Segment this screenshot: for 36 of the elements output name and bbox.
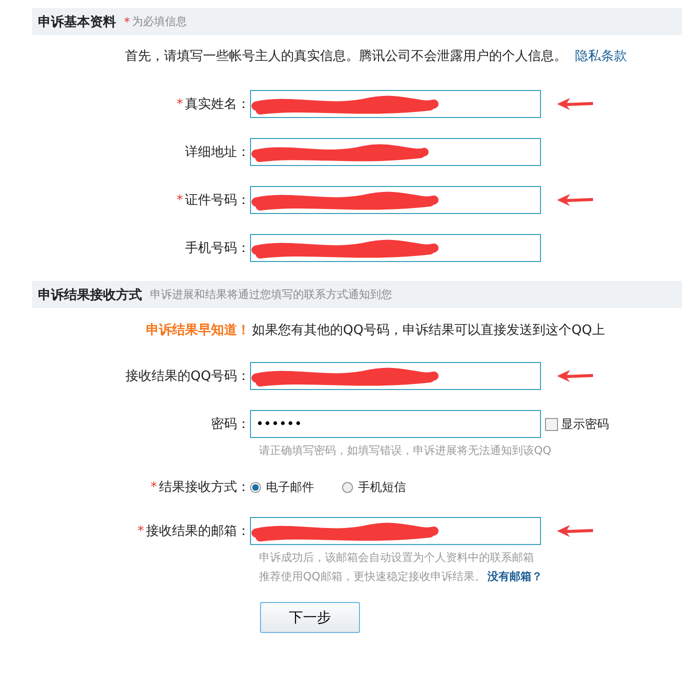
radio-option[interactable]: 手机短信: [342, 478, 406, 496]
hint-text: 请正确填写密码，如填写错误，申诉进展将无法通知到该QQ: [259, 444, 552, 457]
field-label: 真实姓名：: [185, 97, 250, 112]
radio-option[interactable]: 电子邮件: [250, 478, 314, 496]
section-title: 申诉结果接收方式: [38, 286, 142, 304]
privacy-link[interactable]: 隐私条款: [575, 47, 627, 65]
required-asterisk: *: [150, 480, 157, 495]
field-label: 证件号码：: [185, 193, 250, 208]
field-label: 手机号码：: [185, 241, 250, 256]
show-password-checkbox[interactable]: 显示密码: [545, 416, 609, 432]
required-asterisk: *: [176, 97, 183, 112]
field-label: 结果接收方式：: [159, 480, 250, 495]
required-asterisk: *: [124, 14, 130, 28]
radio-label: 手机短信: [358, 478, 406, 496]
field-label: 接收结果的邮箱：: [146, 524, 250, 539]
intro-text: 首先，请填写一些帐号主人的真实信息。腾讯公司不会泄露用户的个人信息。: [125, 48, 567, 65]
no-mailbox-link[interactable]: 没有邮箱？: [487, 570, 542, 583]
required-asterisk: *: [138, 524, 144, 539]
section-subtitle: 申诉进展和结果将通过您填写的联系方式通知到您: [150, 287, 392, 302]
input-field[interactable]: ••••••: [250, 410, 541, 438]
radio-label: 电子邮件: [266, 478, 314, 496]
checkbox-label: 显示密码: [561, 416, 609, 432]
field-label: 详细地址：: [185, 145, 250, 160]
required-asterisk: *: [176, 193, 183, 208]
intro-text: 如果您有其他的QQ号码，申诉结果可以直接发送到这个QQ上: [252, 322, 605, 339]
hint-text: 推荐使用QQ邮箱，更快速稳定接收申诉结果。: [259, 570, 486, 583]
field-label: 密码：: [211, 417, 250, 432]
highlight-text: 申诉结果早知道！: [146, 322, 250, 339]
radio-button[interactable]: [250, 482, 261, 492]
radio-button[interactable]: [342, 482, 353, 492]
next-step-button[interactable]: 下一步: [260, 602, 360, 633]
field-label: 接收结果的QQ号码：: [126, 369, 250, 384]
hint-text: 申诉成功后，该邮箱会自动设置为个人资料中的联系邮箱: [259, 551, 534, 564]
required-note: 为必填信息: [132, 14, 187, 29]
section-title: 申诉基本资料: [38, 14, 116, 30]
checkbox[interactable]: [545, 418, 558, 430]
